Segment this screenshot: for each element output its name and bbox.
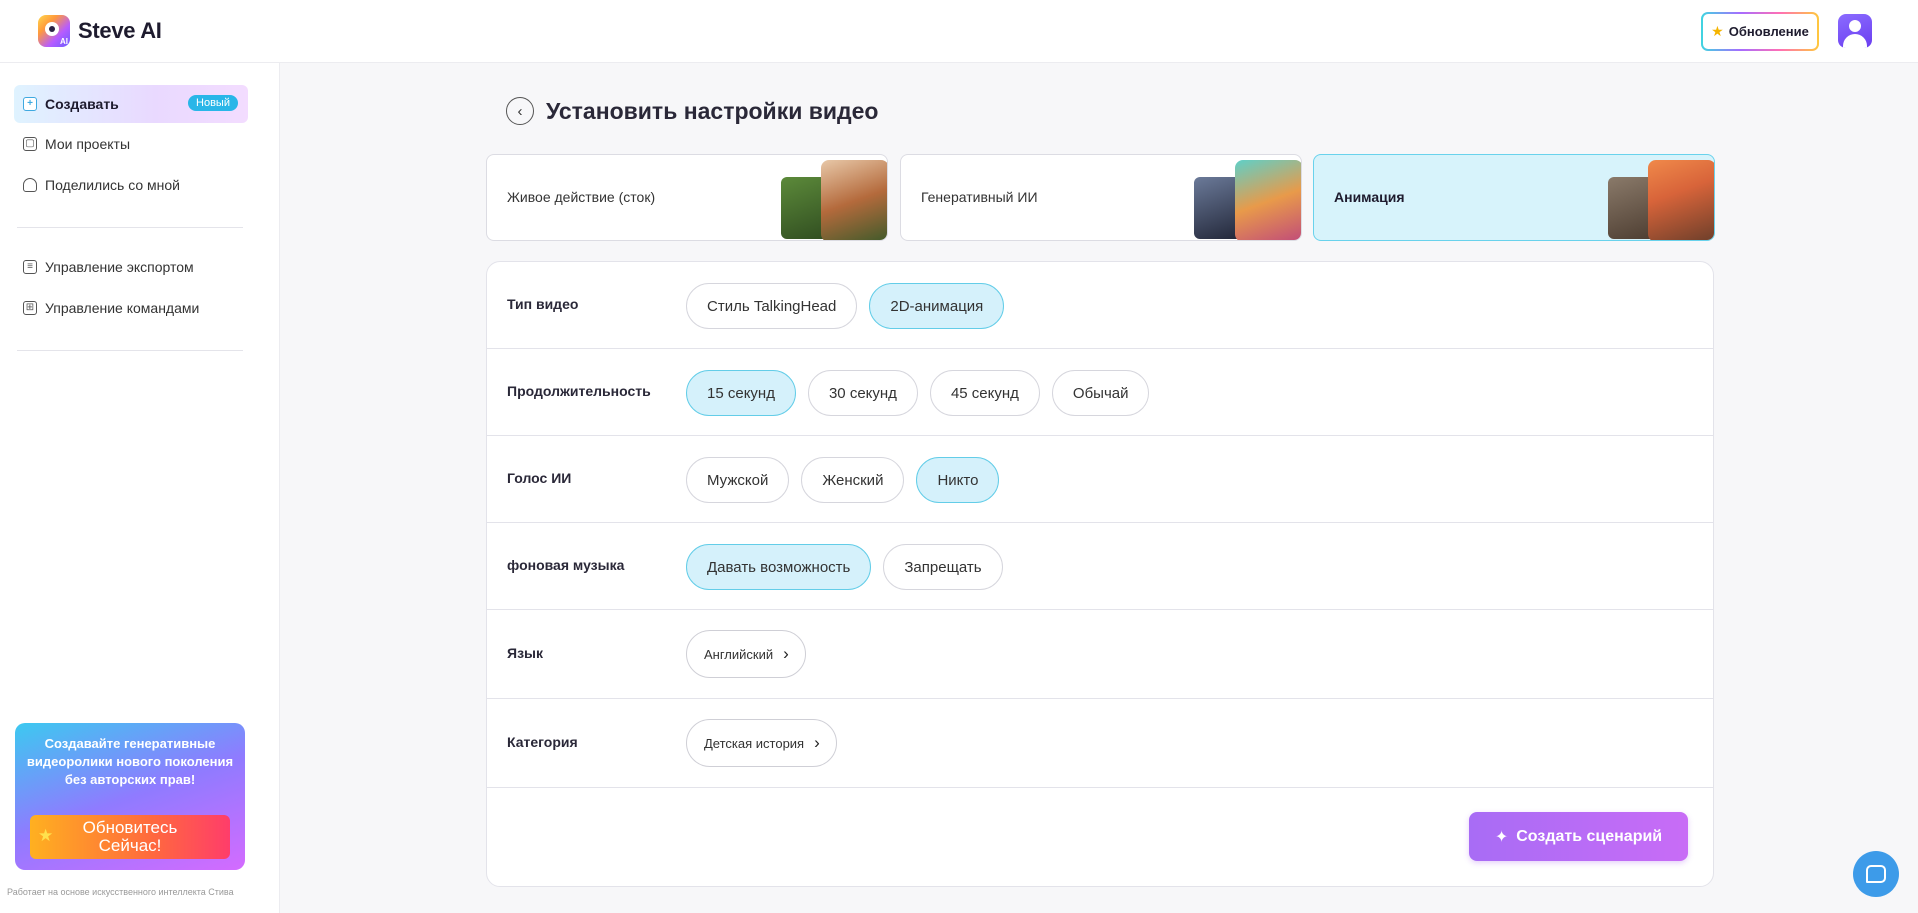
live-action-thumbnail xyxy=(821,160,887,240)
promo-button-line1: Обновитесь xyxy=(82,818,178,837)
plus-square-icon: + xyxy=(23,97,37,111)
option-15-seconds[interactable]: 15 секунд xyxy=(686,370,796,416)
projects-icon: ▢ xyxy=(23,137,37,151)
team-icon: ⊞ xyxy=(23,301,37,315)
sidebar-item-my-projects[interactable]: ▢ Мои проекты xyxy=(14,125,248,163)
page-title: Установить настройки видео xyxy=(546,97,879,124)
new-badge: Новый xyxy=(188,95,238,111)
option-female-voice[interactable]: Женский xyxy=(801,457,905,503)
option-talkinghead-style[interactable]: Стиль TalkingHead xyxy=(686,283,858,329)
sidebar-item-label: Поделились со мной xyxy=(45,177,180,193)
setting-row-background-music: фоновая музыка Давать возможность Запрещ… xyxy=(487,523,1713,610)
option-male-voice[interactable]: Мужской xyxy=(686,457,790,503)
top-bar: AI Steve AI ★ Обновление xyxy=(0,0,1918,63)
setting-row-ai-voice: Голос ИИ Мужской Женский Никто xyxy=(487,436,1713,523)
video-type-card-generative-ai[interactable]: Генеративный ИИ xyxy=(900,154,1302,241)
sparkle-icon: ✦ xyxy=(1494,828,1509,846)
video-type-label: Генеративный ИИ xyxy=(921,189,1038,205)
sidebar-item-label: Управление экспортом xyxy=(45,259,194,275)
option-custom-duration[interactable]: Обычай xyxy=(1051,370,1150,416)
row-label: Язык xyxy=(507,645,543,661)
create-script-label: Создать сценарий xyxy=(1516,827,1663,845)
generative-thumbnail xyxy=(1235,160,1301,240)
upgrade-label: Обновление xyxy=(1728,24,1809,39)
promo-button-line2: Сейчас! xyxy=(98,836,162,855)
sidebar-item-team-management[interactable]: ⊞ Управление командами xyxy=(14,289,248,327)
video-type-card-animation[interactable]: Анимация xyxy=(1313,154,1715,241)
sidebar-divider xyxy=(17,350,243,351)
animation-thumbnail xyxy=(1648,160,1714,240)
star-icon: ★ xyxy=(1711,23,1724,39)
setting-row-language: Язык Английский › xyxy=(487,610,1713,699)
upgrade-promo: Создавайте генеративные видеоролики ново… xyxy=(15,723,245,870)
setting-row-category: Категория Детская история › xyxy=(487,699,1713,788)
export-icon: ≡ xyxy=(23,260,37,274)
option-2d-animation[interactable]: 2D-анимация xyxy=(869,283,1005,329)
sidebar-item-export-management[interactable]: ≡ Управление экспортом xyxy=(14,248,248,286)
option-disable-music[interactable]: Запрещать xyxy=(883,544,1003,590)
option-45-seconds[interactable]: 45 секунд xyxy=(929,370,1040,416)
setting-row-video-type: Тип видео Стиль TalkingHead 2D-анимация xyxy=(487,262,1713,349)
language-select[interactable]: Английский › xyxy=(686,630,806,678)
page-header: ‹ Установить настройки видео xyxy=(506,97,878,125)
settings-panel: Тип видео Стиль TalkingHead 2D-анимация … xyxy=(486,261,1714,887)
sidebar-item-shared-with-me[interactable]: Поделились со мной xyxy=(14,166,248,204)
option-30-seconds[interactable]: 30 секунд xyxy=(807,370,918,416)
logo-icon: AI xyxy=(38,15,70,47)
sidebar: + Создавать Новый ▢ Мои проекты Поделили… xyxy=(0,63,280,913)
video-type-label: Анимация xyxy=(1334,189,1405,205)
sidebar-item-label: Создавать xyxy=(45,96,119,112)
app-logo[interactable]: AI Steve AI xyxy=(38,15,162,47)
row-label: фоновая музыка xyxy=(507,557,625,573)
promo-text: Создавайте генеративные видеоролики ново… xyxy=(26,736,234,787)
star-icon: ★ xyxy=(38,826,54,845)
setting-row-duration: Продолжительность 15 секунд 30 секунд 45… xyxy=(487,349,1713,436)
chat-support-button[interactable] xyxy=(1853,851,1899,897)
category-select[interactable]: Детская история › xyxy=(686,719,837,767)
sidebar-item-label: Управление командами xyxy=(45,300,200,316)
row-label: Продолжительность xyxy=(507,383,651,399)
sidebar-item-label: Мои проекты xyxy=(45,136,131,152)
chevron-right-icon: › xyxy=(783,644,789,663)
category-value: Детская история xyxy=(704,735,805,751)
powered-by-text: Работает на основе искусственного интелл… xyxy=(7,887,234,897)
back-button[interactable]: ‹ xyxy=(506,97,534,125)
chevron-right-icon: › xyxy=(814,733,820,752)
video-type-label: Живое действие (сток) xyxy=(507,189,656,205)
row-label: Голос ИИ xyxy=(507,470,572,486)
create-script-button[interactable]: ✦ Создать сценарий xyxy=(1469,812,1688,861)
language-value: Английский xyxy=(704,646,774,662)
chevron-left-icon: ‹ xyxy=(517,102,523,120)
option-enable-music[interactable]: Давать возможность xyxy=(686,544,872,590)
promo-upgrade-button[interactable]: ★ Обновитесь Сейчас! xyxy=(30,815,230,859)
option-no-voice[interactable]: Никто xyxy=(916,457,1000,503)
user-avatar[interactable] xyxy=(1838,14,1872,48)
logo-badge: AI xyxy=(60,37,68,46)
row-label: Категория xyxy=(507,734,578,750)
shared-user-icon xyxy=(23,178,37,192)
chat-icon xyxy=(1866,865,1886,883)
upgrade-button[interactable]: ★ Обновление xyxy=(1701,12,1819,51)
sidebar-divider xyxy=(17,227,243,228)
sidebar-item-create[interactable]: + Создавать Новый xyxy=(14,85,248,123)
logo-text: Steve AI xyxy=(78,18,162,43)
video-type-card-live-action[interactable]: Живое действие (сток) xyxy=(486,154,888,241)
row-label: Тип видео xyxy=(507,296,579,312)
